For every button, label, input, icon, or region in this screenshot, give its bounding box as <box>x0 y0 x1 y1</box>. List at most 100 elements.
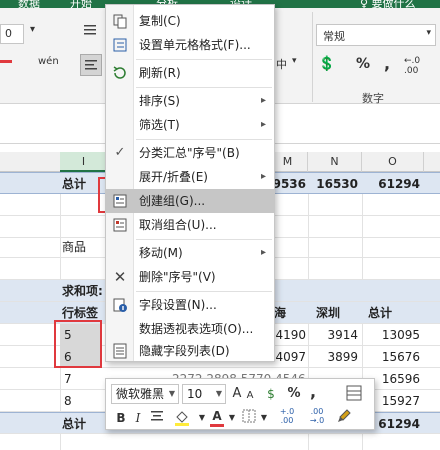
center-align-button[interactable] <box>148 408 166 426</box>
menu-separator <box>136 59 272 60</box>
comma-style-button[interactable]: , <box>306 383 320 401</box>
font-color-label: A <box>212 409 222 423</box>
menu-item-remove-field[interactable]: ✕ 删除"序号"(V) <box>106 265 274 289</box>
menu-item-label: 字段设置(N)... <box>139 298 217 312</box>
menu-separator <box>136 87 272 88</box>
font-size-select[interactable]: 10 ▼ <box>182 384 226 404</box>
group-icon <box>112 193 128 209</box>
font-color-dropdown-icon[interactable]: ▼ <box>228 409 236 427</box>
align-center-icon <box>151 411 163 421</box>
align-left-icon <box>85 60 97 70</box>
cell-o[interactable]: 13095 <box>364 324 420 346</box>
cell-n[interactable]: 3899 <box>312 346 358 368</box>
align-left-button[interactable] <box>80 54 102 76</box>
grow-font-button[interactable]: A <box>230 385 244 403</box>
submenu-arrow-icon: ▸ <box>260 95 266 106</box>
fill-bucket-icon <box>175 411 189 426</box>
merge-dropdown-icon[interactable]: ▾ <box>292 56 297 66</box>
cell-o[interactable]: 15676 <box>364 346 420 368</box>
menu-separator <box>136 239 272 240</box>
dropdown-arrow-icon: ▼ <box>215 389 222 398</box>
selection-highlight-box <box>54 320 102 368</box>
format-painter-button[interactable] <box>344 384 364 402</box>
menu-item-move[interactable]: 移动(M) ▸ <box>106 241 274 265</box>
italic-button[interactable]: I <box>132 409 144 427</box>
header-m: 海 <box>274 306 287 320</box>
shrink-font-button[interactable]: A <box>244 387 256 405</box>
menu-item-copy[interactable]: 复制(C) <box>106 9 274 33</box>
submenu-arrow-icon: ▸ <box>260 247 266 258</box>
menu-item-label: 刷新(R) <box>139 66 181 80</box>
font-name-value: 微软雅黑 <box>116 387 165 401</box>
font-size-value: 0 <box>5 27 12 40</box>
increase-decimal-button[interactable]: +.0 .00 <box>274 407 300 425</box>
borders-icon <box>242 409 256 423</box>
row-label-8[interactable]: 8 <box>64 390 100 412</box>
menu-separator <box>136 291 272 292</box>
menu-item-label: 移动(M) <box>139 246 183 260</box>
header-n: 深圳 <box>316 306 341 320</box>
menu-item-pivot-options[interactable]: 数据透视表选项(O)... <box>106 317 274 341</box>
mini-toolbar: 微软雅黑 ▼ 10 ▼ A A $ % , B I ▼ A ▼ ▼ +.0 .0… <box>105 378 375 430</box>
menu-item-group[interactable]: 创建组(G)... <box>106 189 274 213</box>
total-label: 总计 <box>62 417 87 431</box>
menu-item-hide-field-list[interactable]: 隐藏字段列表(D) <box>106 339 274 363</box>
menu-item-expand-collapse[interactable]: 展开/折叠(E) ▸ <box>106 165 274 189</box>
number-format-dropdown-icon: ▾ <box>426 28 431 38</box>
ungroup-icon <box>112 217 128 233</box>
menu-item-label: 删除"序号"(V) <box>139 270 216 284</box>
increase-decimal-icon[interactable]: ←.0.00 <box>404 56 420 76</box>
menu-item-label: 取消组合(U)... <box>139 218 217 232</box>
menu-item-label: 数据透视表选项(O)... <box>139 322 254 336</box>
menu-item-sort[interactable]: 排序(S) ▸ <box>106 89 274 113</box>
merge-center-label[interactable]: 中 <box>276 56 287 72</box>
font-size-box[interactable]: 0 <box>0 24 24 44</box>
borders-dropdown-icon[interactable]: ▼ <box>260 409 268 427</box>
product-label: 商品 <box>62 240 87 254</box>
dropdown-arrow-icon: ▼ <box>168 389 175 398</box>
decrease-decimal-button[interactable]: .00 →.0 <box>304 407 330 425</box>
menu-item-filter[interactable]: 筛选(T) ▸ <box>106 113 274 137</box>
accounting-format-button[interactable]: $ <box>260 385 282 403</box>
font-name-select[interactable]: 微软雅黑 ▼ <box>111 384 179 404</box>
group-divider <box>312 12 313 102</box>
total-o-value: 61294 <box>378 177 420 191</box>
bold-button[interactable]: B <box>114 409 128 427</box>
menu-item-refresh[interactable]: 刷新(R) <box>106 61 274 85</box>
clear-format-button[interactable] <box>334 407 354 425</box>
menu-item-subtotal[interactable]: ✓ 分类汇总"序号"(B) <box>106 141 274 165</box>
menu-item-format-cells[interactable]: 设置单元格格式(F)... <box>106 33 274 57</box>
percent-button[interactable]: % <box>356 56 370 72</box>
wrap-text-icon[interactable]: wén <box>38 56 59 67</box>
menu-item-label: 展开/折叠(E) <box>139 170 208 184</box>
align-top-icon[interactable] <box>82 22 100 43</box>
font-color-bar <box>210 424 224 427</box>
font-dropdown-arrow-icon[interactable]: ▾ <box>30 24 35 35</box>
menu-item-ungroup[interactable]: 取消组合(U)... <box>106 213 274 237</box>
format-cells-icon <box>112 37 128 53</box>
copy-icon <box>112 13 128 29</box>
cell-n[interactable]: 3914 <box>312 324 358 346</box>
menu-item-label: 排序(S) <box>139 94 180 108</box>
row-label-7[interactable]: 7 <box>64 368 100 390</box>
font-color-button[interactable]: A <box>208 407 226 427</box>
borders-button[interactable] <box>240 408 258 426</box>
comma-button[interactable]: , <box>384 54 390 73</box>
menu-item-field-settings[interactable]: 字段设置(N)... <box>106 293 274 317</box>
submenu-arrow-icon: ▸ <box>260 171 266 182</box>
column-header-i[interactable]: I <box>60 152 108 172</box>
column-header-o[interactable]: O <box>362 152 424 172</box>
number-format-select[interactable]: 常规 ▾ <box>316 24 436 46</box>
fill-color-dropdown-icon[interactable]: ▼ <box>198 409 206 427</box>
column-header-n[interactable]: N <box>308 152 362 172</box>
header-o: 总计 <box>368 306 393 320</box>
total-n-value: 16530 <box>316 177 358 191</box>
currency-icon[interactable]: 💲 <box>318 56 335 72</box>
menu-separator <box>136 139 272 140</box>
fill-color-button[interactable] <box>172 408 194 426</box>
font-size-value: 10 <box>187 387 203 401</box>
percent-style-button[interactable]: % <box>286 385 302 403</box>
menu-item-label: 复制(C) <box>139 14 181 28</box>
font-color-bar <box>0 60 12 63</box>
refresh-icon <box>112 65 128 81</box>
